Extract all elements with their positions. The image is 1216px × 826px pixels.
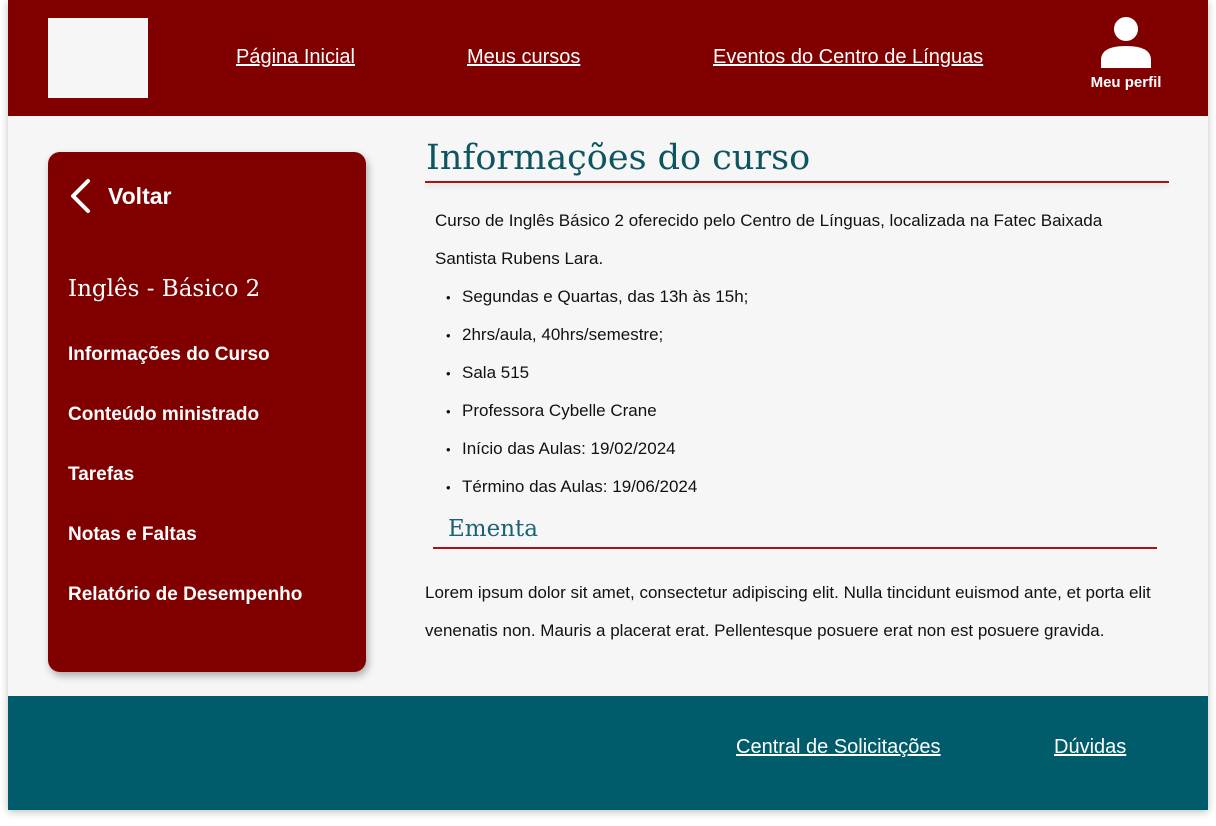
footer-link-faq[interactable]: Dúvidas xyxy=(1054,736,1126,759)
course-title: Inglês - Básico 2 xyxy=(68,276,261,302)
detail-hours: 2hrs/aula, 40hrs/semestre; xyxy=(435,316,748,354)
syllabus-divider xyxy=(433,547,1157,549)
logo-placeholder[interactable] xyxy=(48,18,148,98)
sidebar-item-tasks[interactable]: Tarefas xyxy=(68,464,134,486)
profile-button[interactable]: Meu perfil xyxy=(1080,14,1172,91)
detail-schedule: Segundas e Quartas, das 13h às 15h; xyxy=(435,278,748,316)
page-footer: Central de Solicitações Dúvidas xyxy=(8,696,1208,810)
course-description: Curso de Inglês Básico 2 oferecido pelo … xyxy=(435,211,1103,268)
user-icon xyxy=(1101,17,1151,68)
detail-teacher: Professora Cybelle Crane xyxy=(435,392,748,430)
sidebar-item-performance-report[interactable]: Relatório de Desempenho xyxy=(68,584,302,606)
sidebar-item-grades[interactable]: Notas e Faltas xyxy=(68,524,197,546)
profile-label: Meu perfil xyxy=(1090,74,1162,91)
nav-link-my-courses[interactable]: Meus cursos xyxy=(467,46,580,69)
title-divider xyxy=(425,181,1169,183)
nav-link-home[interactable]: Página Inicial xyxy=(236,46,355,69)
footer-link-requests[interactable]: Central de Solicitações xyxy=(736,736,941,759)
page: Página Inicial Meus cursos Eventos do Ce… xyxy=(8,0,1208,810)
detail-start-date: Início das Aulas: 19/02/2024 xyxy=(435,430,748,468)
course-sidebar: Voltar Inglês - Básico 2 Informações do … xyxy=(48,152,366,672)
back-label: Voltar xyxy=(108,182,172,209)
chevron-left-icon xyxy=(71,179,90,213)
page-title: Informações do curso xyxy=(426,138,811,178)
sidebar-item-course-info[interactable]: Informações do Curso xyxy=(68,344,270,366)
detail-end-date: Término das Aulas: 19/06/2024 xyxy=(435,468,748,506)
detail-room: Sala 515 xyxy=(435,354,748,392)
top-header: Página Inicial Meus cursos Eventos do Ce… xyxy=(8,0,1208,116)
sidebar-item-content[interactable]: Conteúdo ministrado xyxy=(68,404,259,426)
course-details-list: Segundas e Quartas, das 13h às 15h; 2hrs… xyxy=(435,278,748,506)
back-button[interactable]: Voltar xyxy=(68,178,171,214)
nav-link-events[interactable]: Eventos do Centro de Línguas xyxy=(713,46,983,69)
syllabus-heading: Ementa xyxy=(448,516,538,542)
syllabus-text: Lorem ipsum dolor sit amet, consectetur … xyxy=(425,583,1151,640)
